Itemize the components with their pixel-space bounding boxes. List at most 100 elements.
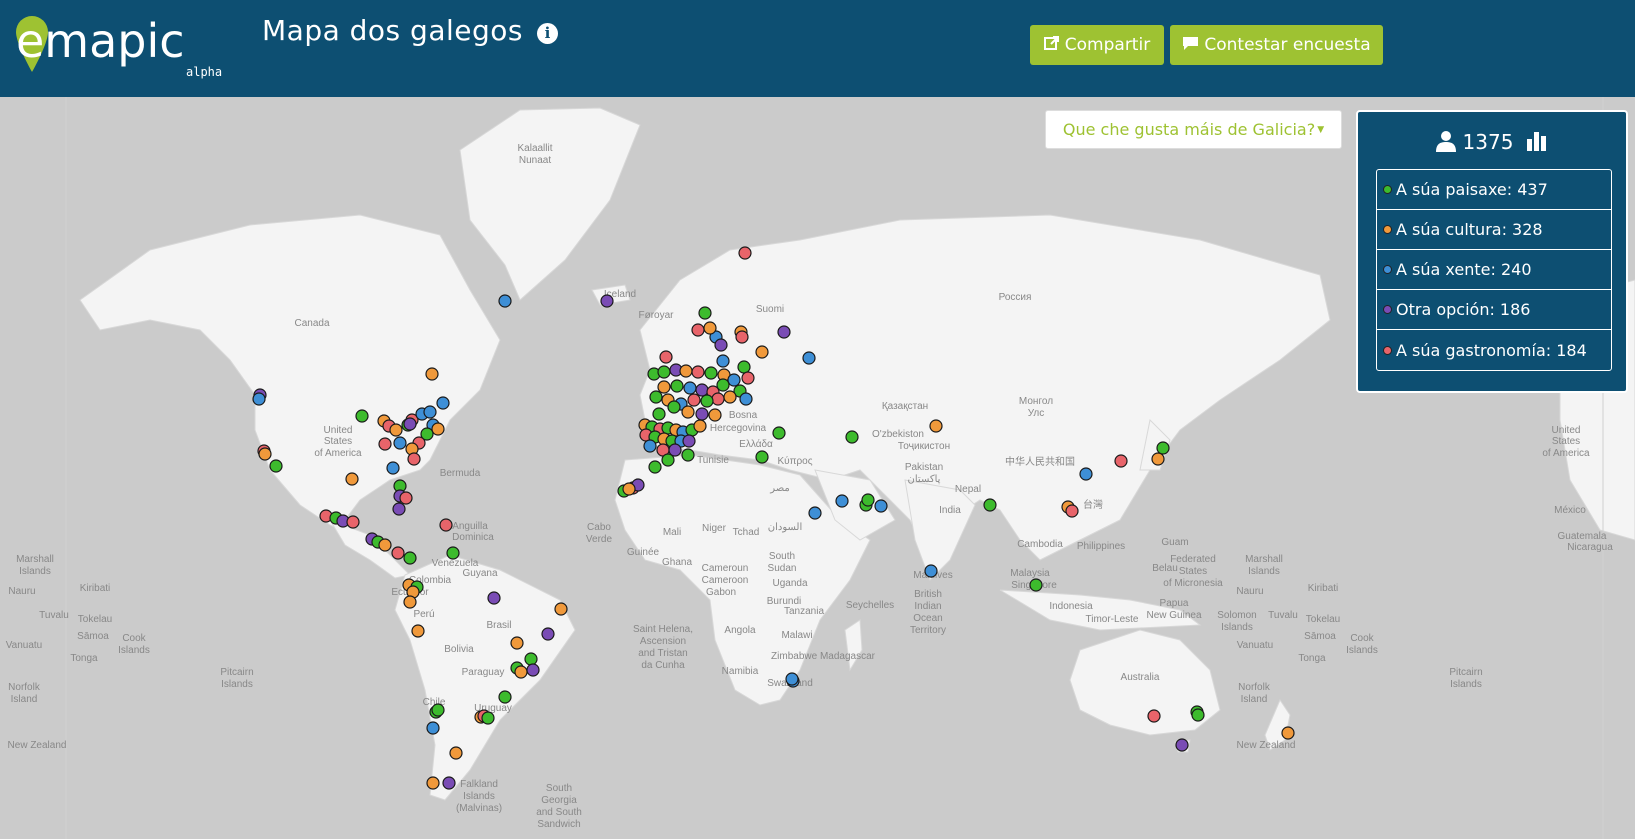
emapic-logo[interactable]: emapic alpha — [14, 10, 224, 80]
marker[interactable] — [386, 461, 400, 475]
marker[interactable] — [727, 373, 741, 387]
marker[interactable] — [861, 493, 875, 507]
marker[interactable] — [1079, 467, 1093, 481]
marker[interactable] — [446, 546, 460, 560]
marker[interactable] — [695, 407, 709, 421]
marker[interactable] — [1156, 441, 1170, 455]
marker[interactable] — [735, 330, 749, 344]
marker[interactable] — [403, 595, 417, 609]
marker[interactable] — [378, 437, 392, 451]
marker[interactable] — [777, 325, 791, 339]
stat-row-xente[interactable]: A súa xente: 240 — [1377, 250, 1611, 290]
marker[interactable] — [346, 515, 360, 529]
stat-row-paisaxe[interactable]: A súa paisaxe: 437 — [1377, 170, 1611, 210]
marker[interactable] — [708, 408, 722, 422]
marker[interactable] — [423, 405, 437, 419]
marker[interactable] — [514, 665, 528, 679]
marker[interactable] — [687, 393, 701, 407]
marker[interactable] — [393, 436, 407, 450]
marker[interactable] — [693, 419, 707, 433]
marker[interactable] — [407, 452, 421, 466]
marker[interactable] — [741, 371, 755, 385]
marker[interactable] — [659, 350, 673, 364]
marker[interactable] — [649, 390, 663, 404]
marker[interactable] — [439, 518, 453, 532]
stat-row-cultura[interactable]: A súa cultura: 328 — [1377, 210, 1611, 250]
marker[interactable] — [772, 426, 786, 440]
stat-row-gastronomia[interactable]: A súa gastronomía: 184 — [1377, 330, 1611, 370]
marker[interactable] — [487, 591, 501, 605]
survey-button[interactable]: Contestar encuesta — [1170, 25, 1383, 65]
marker[interactable] — [526, 663, 540, 677]
marker[interactable] — [711, 392, 725, 406]
marker[interactable] — [667, 400, 681, 414]
marker[interactable] — [498, 690, 512, 704]
marker[interactable] — [1191, 708, 1205, 722]
share-button[interactable]: Compartir — [1030, 25, 1164, 65]
marker[interactable] — [481, 711, 495, 725]
marker[interactable] — [755, 450, 769, 464]
marker[interactable] — [403, 417, 417, 431]
bar-chart-icon[interactable] — [1526, 131, 1548, 156]
marker[interactable] — [755, 345, 769, 359]
marker[interactable] — [258, 447, 272, 461]
marker[interactable] — [391, 546, 405, 560]
marker[interactable] — [1151, 452, 1165, 466]
marker[interactable] — [252, 392, 266, 406]
marker[interactable] — [426, 776, 440, 790]
marker[interactable] — [524, 652, 538, 666]
marker[interactable] — [1114, 454, 1128, 468]
marker[interactable] — [1175, 738, 1189, 752]
marker[interactable] — [392, 502, 406, 516]
marker[interactable] — [683, 381, 697, 395]
marker[interactable] — [983, 498, 997, 512]
marker[interactable] — [431, 703, 445, 717]
marker[interactable] — [682, 434, 696, 448]
marker[interactable] — [691, 323, 705, 337]
marker[interactable] — [554, 602, 568, 616]
marker[interactable] — [1147, 709, 1161, 723]
marker[interactable] — [670, 379, 684, 393]
marker[interactable] — [389, 423, 403, 437]
marker[interactable] — [652, 407, 666, 421]
marker[interactable] — [716, 354, 730, 368]
marker[interactable] — [695, 383, 709, 397]
marker[interactable] — [403, 551, 417, 565]
marker[interactable] — [737, 360, 751, 374]
marker[interactable] — [345, 472, 359, 486]
marker[interactable] — [378, 538, 392, 552]
marker[interactable] — [449, 746, 463, 760]
question-select[interactable]: Que che gusta máis de Galicia? ▼ — [1045, 110, 1342, 149]
marker[interactable] — [681, 405, 695, 419]
marker[interactable] — [704, 366, 718, 380]
marker[interactable] — [845, 430, 859, 444]
marker[interactable] — [643, 439, 657, 453]
marker[interactable] — [510, 636, 524, 650]
marker[interactable] — [924, 564, 938, 578]
marker[interactable] — [1281, 726, 1295, 740]
marker[interactable] — [600, 294, 614, 308]
marker[interactable] — [929, 419, 943, 433]
marker[interactable] — [716, 378, 730, 392]
marker[interactable] — [703, 321, 717, 335]
marker[interactable] — [679, 364, 693, 378]
marker[interactable] — [436, 396, 450, 410]
marker[interactable] — [700, 394, 714, 408]
marker[interactable] — [739, 392, 753, 406]
marker[interactable] — [431, 422, 445, 436]
marker[interactable] — [426, 721, 440, 735]
marker[interactable] — [648, 460, 662, 474]
marker[interactable] — [698, 306, 712, 320]
marker[interactable] — [681, 448, 695, 462]
marker[interactable] — [738, 246, 752, 260]
marker[interactable] — [622, 482, 636, 496]
marker[interactable] — [541, 627, 555, 641]
marker[interactable] — [399, 491, 413, 505]
marker[interactable] — [785, 672, 799, 686]
marker[interactable] — [691, 365, 705, 379]
info-icon[interactable]: i — [537, 23, 558, 44]
marker[interactable] — [411, 624, 425, 638]
marker[interactable] — [425, 367, 439, 381]
marker[interactable] — [723, 390, 737, 404]
stat-row-otra[interactable]: Otra opción: 186 — [1377, 290, 1611, 330]
